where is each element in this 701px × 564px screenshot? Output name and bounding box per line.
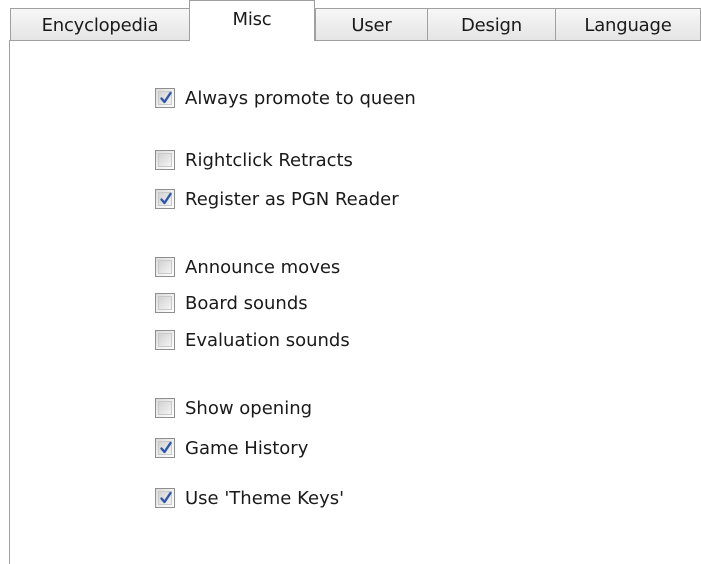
options-dialog: Encyclopedia Misc User Design Language A… — [0, 0, 701, 564]
option-register-as-pgn-reader[interactable]: Register as PGN Reader — [155, 187, 399, 211]
tab-label: Encyclopedia — [41, 14, 159, 36]
option-show-opening[interactable]: Show opening — [155, 396, 312, 420]
tab-language[interactable]: Language — [555, 8, 701, 41]
checkbox[interactable] — [155, 438, 175, 458]
checkbox[interactable] — [155, 150, 175, 170]
checkbox[interactable] — [155, 293, 175, 313]
option-label: Evaluation sounds — [185, 329, 350, 351]
checkbox[interactable] — [155, 330, 175, 350]
option-label: Game History — [185, 437, 309, 459]
panel-left-border — [9, 40, 10, 564]
option-label: Always promote to queen — [185, 87, 416, 109]
option-announce-moves[interactable]: Announce moves — [155, 255, 340, 279]
panel-top-border-left — [9, 40, 190, 41]
tab-label: Language — [584, 14, 672, 36]
tab-design[interactable]: Design — [427, 8, 556, 41]
tab-misc[interactable]: Misc — [189, 0, 315, 41]
option-always-promote-to-queen[interactable]: Always promote to queen — [155, 86, 416, 110]
tab-encyclopedia[interactable]: Encyclopedia — [10, 8, 190, 41]
option-label: Use 'Theme Keys' — [185, 487, 345, 509]
option-label: Rightclick Retracts — [185, 149, 353, 171]
tab-label: User — [351, 14, 392, 36]
panel-top-border-right — [315, 40, 701, 41]
option-label: Register as PGN Reader — [185, 188, 399, 210]
tab-user[interactable]: User — [315, 8, 428, 41]
option-board-sounds[interactable]: Board sounds — [155, 291, 308, 315]
option-use-theme-keys[interactable]: Use 'Theme Keys' — [155, 486, 344, 510]
checkbox[interactable] — [155, 398, 175, 418]
option-label: Announce moves — [185, 256, 341, 278]
option-evaluation-sounds[interactable]: Evaluation sounds — [155, 328, 350, 352]
option-label: Show opening — [185, 397, 313, 419]
checkmark-icon — [160, 441, 172, 454]
checkbox[interactable] — [155, 88, 175, 108]
tab-label: Misc — [232, 9, 272, 30]
checkmark-icon — [160, 491, 172, 504]
checkbox[interactable] — [155, 488, 175, 508]
tab-label: Design — [461, 14, 522, 36]
checkbox[interactable] — [155, 257, 175, 277]
option-game-history[interactable]: Game History — [155, 436, 308, 460]
option-rightclick-retracts[interactable]: Rightclick Retracts — [155, 148, 353, 172]
checkbox[interactable] — [155, 189, 175, 209]
checkmark-icon — [160, 192, 172, 205]
option-label: Board sounds — [185, 292, 308, 314]
checkmark-icon — [160, 91, 172, 104]
